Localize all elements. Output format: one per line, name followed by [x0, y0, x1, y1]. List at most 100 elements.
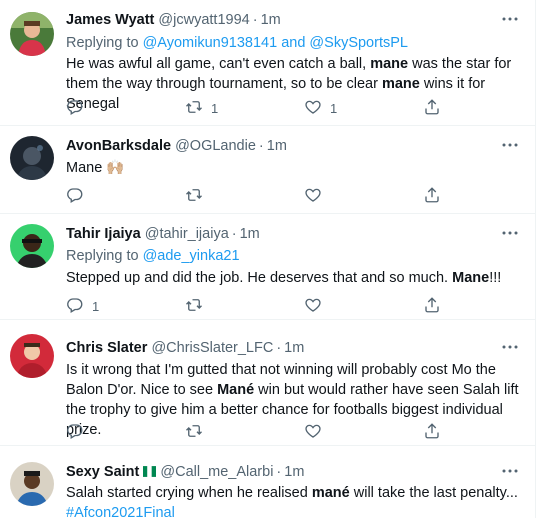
- like-icon: [304, 296, 322, 317]
- highlighted-term: Mane: [452, 270, 490, 286]
- share-button[interactable]: [423, 422, 441, 442]
- separator-dot: ·: [231, 226, 237, 242]
- reply-button[interactable]: 1: [66, 296, 99, 316]
- avatar[interactable]: [10, 136, 54, 180]
- tweet-actions: [66, 422, 466, 442]
- retweet-button[interactable]: [185, 186, 211, 206]
- retweet-count: 1: [211, 100, 219, 116]
- tweet-header: Chris Slater @ChrisSlater_LFC · 1m: [66, 338, 520, 358]
- text-segment: Stepped up and did the job. He deserves …: [66, 270, 453, 286]
- share-button[interactable]: [423, 296, 441, 316]
- user-handle[interactable]: @jcwyatt1994: [158, 12, 249, 28]
- tweet[interactable]: AvonBarksdale @OGLandie · 1m Mane 🙌🏼: [0, 126, 535, 214]
- timestamp[interactable]: 1m: [240, 226, 260, 242]
- avatar[interactable]: [10, 334, 54, 378]
- highlighted-term: mane: [381, 76, 420, 92]
- reply-handle-link[interactable]: @ade_yinka21: [143, 248, 240, 264]
- avatar[interactable]: [10, 12, 54, 56]
- like-button[interactable]: [304, 186, 330, 206]
- like-icon: [304, 422, 322, 443]
- reply-icon: [66, 296, 84, 317]
- reply-handle-link[interactable]: @SkySportsPL: [309, 35, 408, 51]
- share-button[interactable]: [423, 98, 441, 118]
- text-segment: will take the last penalty...: [349, 485, 518, 501]
- highlighted-term: mané: [311, 485, 350, 501]
- reply-and: and: [281, 35, 306, 51]
- display-name[interactable]: Chris Slater: [66, 340, 147, 356]
- reply-icon: [66, 422, 84, 443]
- display-name[interactable]: Sexy Saint: [66, 464, 139, 480]
- share-button[interactable]: [423, 186, 441, 206]
- tweet[interactable]: Sexy Saint @Call_me_Alarbi · 1m Salah star…: [0, 446, 535, 518]
- reply-button[interactable]: [66, 186, 92, 206]
- hashtag-link[interactable]: #Afcon2021Final: [66, 505, 175, 518]
- timestamp[interactable]: 1m: [267, 138, 287, 154]
- share-icon: [423, 296, 441, 317]
- user-handle[interactable]: @Call_me_Alarbi: [160, 464, 273, 480]
- share-icon: [423, 422, 441, 443]
- avatar[interactable]: [10, 224, 54, 268]
- tweet-header: James Wyatt @jcwyatt1994 · 1m: [66, 10, 520, 30]
- nigeria-flag-icon: [143, 466, 157, 477]
- reply-prefix: Replying to: [66, 248, 139, 264]
- tweet-text: Mane 🙌🏼: [66, 158, 520, 178]
- like-button[interactable]: 1: [304, 98, 337, 118]
- tweet[interactable]: Tahir Ijaiya @tahir_ijaiya · 1m Replying t…: [0, 214, 535, 320]
- tweet[interactable]: Chris Slater @ChrisSlater_LFC · 1m Is it w…: [0, 320, 535, 446]
- reply-button[interactable]: [66, 422, 92, 442]
- reply-button[interactable]: [66, 98, 92, 118]
- tweet-text: Stepped up and did the job. He deserves …: [66, 268, 520, 288]
- reply-context: Replying to @Ayomikun9138141 and @SkySpo…: [66, 33, 520, 53]
- highlighted-term: Mané: [217, 382, 255, 398]
- tweet-header: Tahir Ijaiya @tahir_ijaiya · 1m: [66, 224, 520, 244]
- like-icon: [304, 98, 322, 119]
- more-icon[interactable]: [500, 462, 520, 482]
- retweet-icon: [185, 98, 203, 119]
- share-icon: [423, 98, 441, 119]
- text-segment: He was awful all game, can't even catch …: [66, 56, 371, 72]
- like-button[interactable]: [304, 422, 330, 442]
- tweet-actions: 1 1: [66, 98, 466, 118]
- raising-hands-emoji: 🙌🏼: [106, 160, 125, 176]
- retweet-icon: [185, 422, 203, 443]
- text-segment: !!!: [489, 270, 502, 286]
- more-icon[interactable]: [500, 224, 520, 244]
- tweet[interactable]: James Wyatt @jcwyatt1994 · 1m Replying to …: [0, 0, 535, 126]
- user-handle[interactable]: @ChrisSlater_LFC: [151, 340, 273, 356]
- tweet-header: AvonBarksdale @OGLandie · 1m: [66, 136, 520, 156]
- more-icon[interactable]: [500, 338, 520, 358]
- reply-prefix: Replying to: [66, 35, 139, 51]
- separator-dot: ·: [252, 12, 258, 28]
- timestamp[interactable]: 1m: [284, 340, 304, 356]
- tweet-actions: [66, 186, 466, 206]
- retweet-button[interactable]: [185, 296, 211, 316]
- more-icon[interactable]: [500, 10, 520, 30]
- highlighted-term: mane: [370, 56, 409, 72]
- separator-dot: ·: [258, 138, 264, 154]
- more-icon[interactable]: [500, 136, 520, 156]
- user-handle[interactable]: @OGLandie: [175, 138, 256, 154]
- like-button[interactable]: [304, 296, 330, 316]
- display-name[interactable]: AvonBarksdale: [66, 138, 171, 154]
- like-icon: [304, 186, 322, 207]
- reply-icon: [66, 98, 84, 119]
- reply-count: 1: [92, 298, 100, 314]
- retweet-icon: [185, 186, 203, 207]
- retweet-button[interactable]: [185, 422, 211, 442]
- retweet-icon: [185, 296, 203, 317]
- separator-dot: ·: [276, 340, 282, 356]
- display-name[interactable]: James Wyatt: [66, 12, 154, 28]
- separator-dot: ·: [276, 464, 282, 480]
- timestamp[interactable]: 1m: [284, 464, 304, 480]
- tweet-text: Salah started crying when he realised ma…: [66, 483, 520, 518]
- timestamp[interactable]: 1m: [261, 12, 281, 28]
- text-segment: Mane: [66, 160, 107, 176]
- avatar[interactable]: [10, 462, 54, 506]
- like-count: 1: [330, 100, 338, 116]
- retweet-button[interactable]: 1: [185, 98, 218, 118]
- display-name[interactable]: Tahir Ijaiya: [66, 226, 141, 242]
- tweet-actions: 1: [66, 296, 466, 316]
- reply-handle-link[interactable]: @Ayomikun9138141: [143, 35, 278, 51]
- user-handle[interactable]: @tahir_ijaiya: [145, 226, 229, 242]
- text-segment: Salah started crying when he realised: [66, 485, 312, 501]
